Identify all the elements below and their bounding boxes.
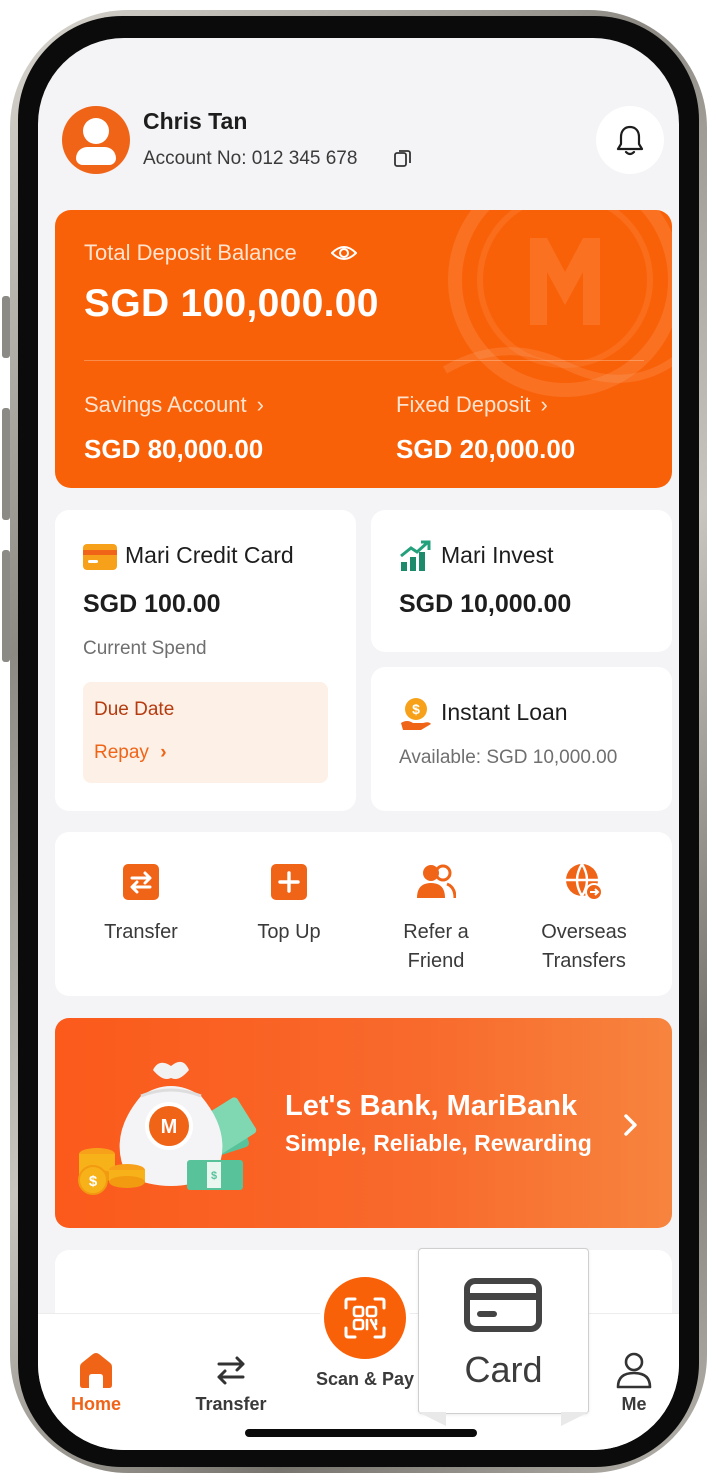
invest-amount: SGD 10,000.00: [399, 590, 572, 618]
qr-scan-icon: [344, 1297, 386, 1339]
loan-available-text: Available: SGD 10,000.00: [399, 747, 618, 768]
action-top-up[interactable]: Top Up: [215, 862, 363, 947]
home-icon: [76, 1350, 116, 1390]
action-label: Transfer: [104, 921, 178, 943]
action-transfer[interactable]: Transfer: [67, 862, 215, 947]
nav-label: Home: [70, 1394, 121, 1414]
account-number: Account No: 012 345 678: [143, 148, 358, 169]
credit-card-icon: [464, 1278, 542, 1332]
savings-amount: SGD 80,000.00: [84, 434, 264, 464]
action-label: Top Up: [257, 921, 321, 943]
scan-and-pay-label: Scan & Pay: [315, 1369, 415, 1389]
action-refer-friend[interactable]: Refer a Friend: [362, 862, 510, 976]
action-label: Overseas: [541, 921, 627, 943]
total-balance-amount: SGD 100,000.00: [84, 282, 379, 325]
nav-label: Me: [621, 1394, 647, 1414]
svg-text:$: $: [211, 1170, 217, 1182]
nav-home[interactable]: Home: [41, 1350, 151, 1415]
card-nav-tooltip[interactable]: Card: [418, 1248, 589, 1414]
globe-icon: [564, 862, 604, 902]
svg-text:$: $: [89, 1173, 98, 1190]
promo-subtitle: Simple, Reliable, Rewarding: [285, 1130, 592, 1156]
action-label: Refer a: [403, 921, 469, 943]
quick-actions: Transfer Top Up Refer a Friend Overseas …: [55, 832, 672, 996]
nav-transfer[interactable]: Transfer: [176, 1350, 286, 1415]
mute-switch: [2, 296, 10, 358]
transfer-icon: [211, 1350, 251, 1390]
action-label-line2: Friend: [407, 950, 465, 972]
volume-up-button: [2, 408, 10, 520]
notification-button[interactable]: [596, 106, 664, 174]
plus-icon: [269, 862, 309, 902]
loan-hand-coin-icon: $: [401, 698, 431, 730]
current-spend-label: Current Spend: [83, 638, 207, 659]
action-overseas-transfers[interactable]: Overseas Transfers: [510, 862, 658, 976]
chart-up-icon: [400, 540, 431, 571]
bell-icon: [616, 125, 644, 156]
nav-label: Transfer: [195, 1394, 267, 1414]
chevron-right-icon: [624, 1114, 637, 1136]
instant-loan-title: Instant Loan: [441, 699, 568, 725]
scan-and-pay-button[interactable]: [320, 1273, 410, 1363]
nav-me[interactable]: Me: [579, 1350, 679, 1415]
divider: [84, 360, 644, 361]
app-screen: Chris Tan Account No: 012 345 678 Total …: [38, 38, 679, 1450]
promo-bag-badge: M: [161, 1116, 178, 1138]
promo-banner[interactable]: M $ $ Let's Bank, MariBank Simple, Relia…: [55, 1018, 672, 1228]
credit-card-title: Mari Credit Card: [125, 542, 294, 568]
card-label: Card: [464, 1349, 543, 1390]
savings-account-label: Savings Account: [84, 392, 247, 417]
due-date-box: Due Date Repay ›: [83, 682, 328, 783]
chevron-right-icon: ›: [540, 392, 548, 417]
fixed-deposit-label: Fixed Deposit: [396, 392, 531, 417]
repay-label: Repay: [94, 742, 149, 763]
repay-link[interactable]: Repay ›: [94, 742, 167, 764]
credit-card-tile[interactable]: Mari Credit Card SGD 100.00 Current Spen…: [55, 510, 356, 811]
volume-down-button: [2, 550, 10, 662]
credit-card-amount: SGD 100.00: [83, 590, 221, 618]
invest-tile[interactable]: Mari Invest SGD 10,000.00: [371, 510, 672, 652]
avatar[interactable]: [62, 106, 130, 174]
due-date-label: Due Date: [94, 699, 175, 720]
eye-icon[interactable]: [331, 243, 357, 263]
person-icon: [614, 1350, 654, 1390]
total-balance-label: Total Deposit Balance: [84, 240, 297, 265]
credit-card-icon: [83, 544, 117, 570]
savings-account-link[interactable]: Savings Account ›: [84, 392, 264, 418]
action-label-line2: Transfers: [542, 950, 626, 972]
deposit-balance-card[interactable]: Total Deposit Balance SGD 100,000.00 Sav…: [55, 210, 672, 488]
copy-icon[interactable]: [393, 148, 413, 168]
transfer-icon: [121, 862, 161, 902]
home-indicator: [245, 1429, 477, 1437]
promo-title: Let's Bank, MariBank: [285, 1090, 578, 1122]
invest-title: Mari Invest: [441, 542, 554, 568]
fixed-deposit-amount: SGD 20,000.00: [396, 434, 576, 464]
chevron-right-icon: ›: [160, 742, 167, 763]
tooltip-tail: [418, 1412, 589, 1426]
svg-text:$: $: [412, 701, 420, 717]
fixed-deposit-link[interactable]: Fixed Deposit ›: [396, 392, 548, 418]
chevron-right-icon: ›: [256, 392, 264, 417]
user-name: Chris Tan: [143, 108, 248, 134]
money-bag-illustration: M $ $: [78, 1061, 257, 1195]
instant-loan-tile[interactable]: $ Instant Loan Available: SGD 10,000.00: [371, 667, 672, 811]
brand-watermark-icon: [442, 210, 672, 397]
people-icon: [416, 862, 457, 902]
